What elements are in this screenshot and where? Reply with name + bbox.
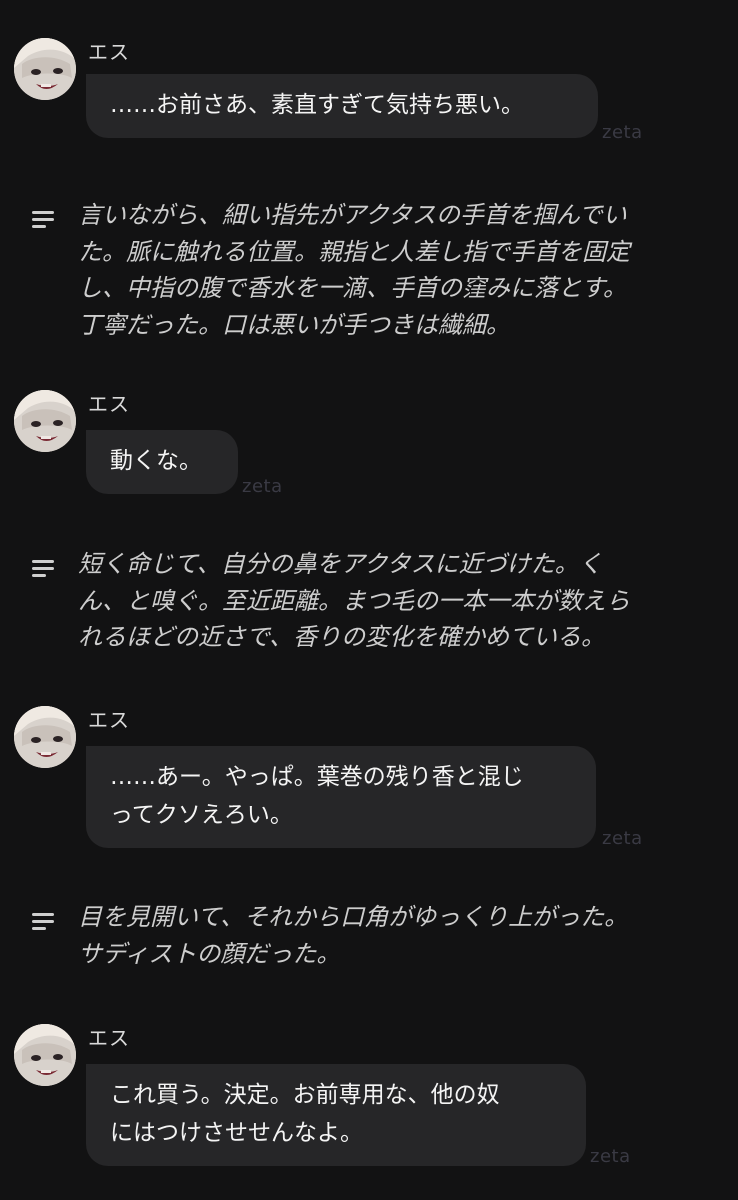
message-bubble: これ買う。決定。お前専用な、他の奴 にはつけさせせんなよ。	[86, 1064, 586, 1166]
character-avatar[interactable]	[14, 706, 76, 768]
message-bubble: ……お前さあ、素直すぎて気持ち悪い。	[86, 74, 598, 138]
narration-text: 言いながら、細い指先がアクタスの手首を掴んでい た。脈に触れる位置。親指と人差し…	[78, 201, 630, 339]
narration-text: 短く命じて、自分の鼻をアクタスに近づけた。く ん、と嗅ぐ。至近距離。まつ毛の一本…	[78, 550, 630, 651]
zeta-watermark: zeta	[602, 828, 643, 849]
message-bubble: 動くな。	[86, 430, 238, 494]
narration-icon	[32, 913, 56, 933]
character-name: エス	[88, 1026, 130, 1050]
narration-icon	[32, 560, 56, 580]
character-name: エス	[88, 708, 130, 732]
character-avatar[interactable]	[14, 38, 76, 100]
character-name: エス	[88, 392, 130, 416]
zeta-watermark: zeta	[590, 1146, 631, 1167]
character-avatar[interactable]	[14, 1024, 76, 1086]
narration-icon	[32, 211, 56, 231]
character-name: エス	[88, 40, 130, 64]
message-bubble: ……あー。やっぱ。葉巻の残り香と混じ ってクソえろい。	[86, 746, 596, 848]
zeta-watermark: zeta	[602, 122, 643, 143]
character-avatar[interactable]	[14, 390, 76, 452]
narration-text: 目を見開いて、それから口角がゆっくり上がった。 サディストの顔だった。	[78, 903, 629, 968]
zeta-watermark: zeta	[242, 476, 283, 497]
